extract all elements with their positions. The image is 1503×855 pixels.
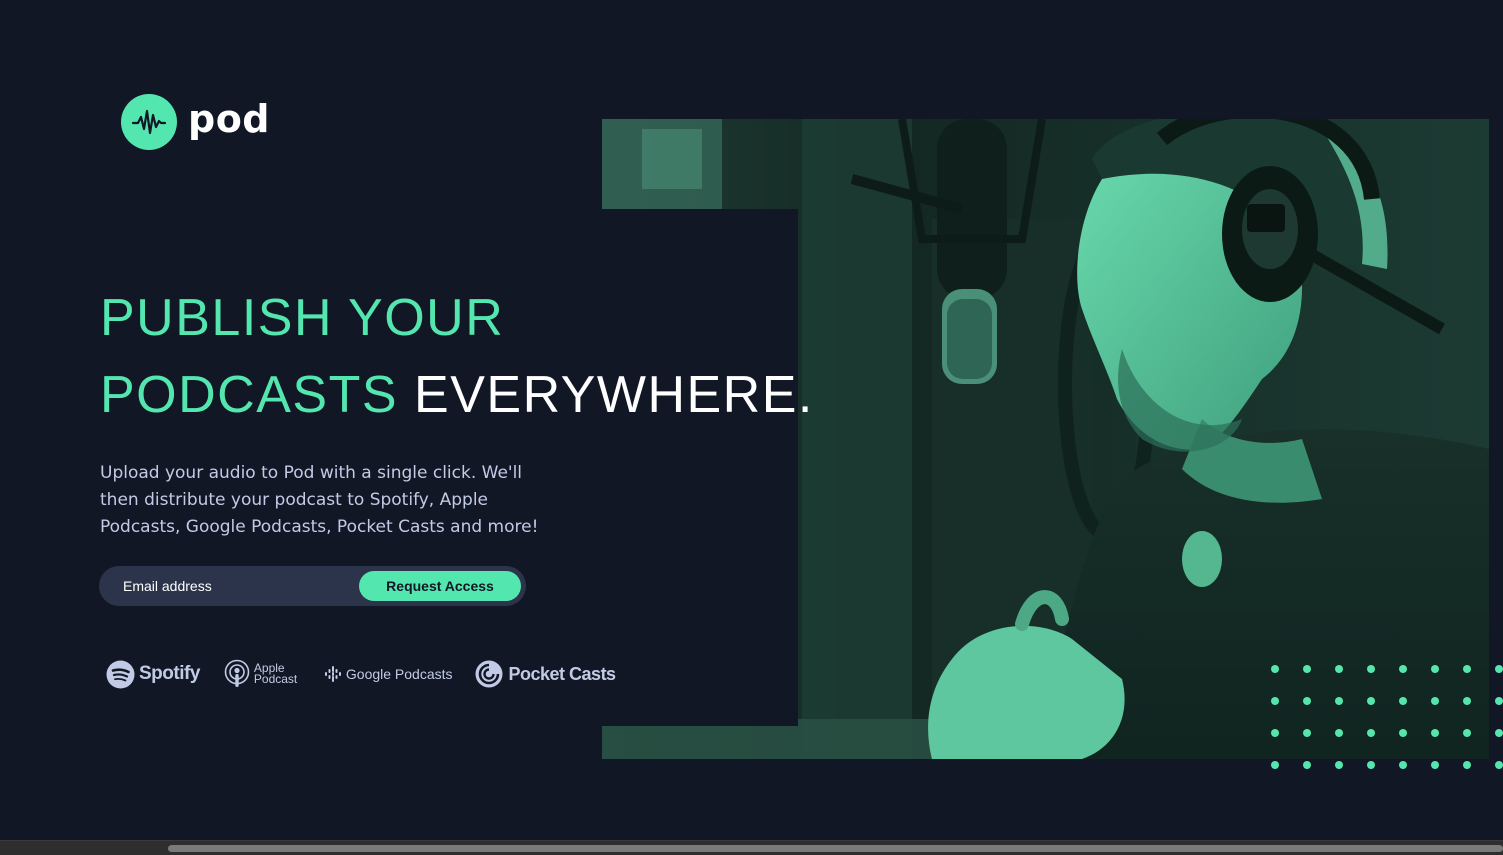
decor-dot	[1303, 697, 1311, 705]
headline-accent-word: PODCASTS	[100, 366, 399, 424]
decor-dot	[1495, 665, 1503, 673]
platform-google-podcasts: Google Podcasts	[324, 665, 453, 683]
platform-pocket-casts: Pocket Casts	[475, 660, 616, 688]
platform-apple-podcasts: Apple Podcast	[224, 659, 304, 689]
decor-dot	[1335, 697, 1343, 705]
description-line: then distribute your podcast to Spotify,…	[100, 490, 489, 510]
decor-dot	[1399, 697, 1407, 705]
email-field[interactable]	[99, 566, 349, 606]
decor-dot	[1431, 665, 1439, 673]
decor-dot	[1335, 761, 1343, 769]
hero-description: Upload your audio to Pod with a single c…	[100, 460, 550, 541]
decor-dot	[1367, 729, 1375, 737]
decor-dot	[1463, 665, 1471, 673]
decor-dot	[1463, 761, 1471, 769]
headline-white-word: EVERYWHERE.	[414, 366, 814, 424]
apple-label-line2: Podcast	[253, 672, 298, 686]
google-podcasts-label: Google Podcasts	[345, 666, 453, 682]
decor-dot	[1399, 729, 1407, 737]
decor-dot	[1431, 697, 1439, 705]
decor-dot	[1303, 729, 1311, 737]
decor-dot	[1463, 729, 1471, 737]
request-access-form: Request Access	[99, 566, 526, 606]
decor-dot	[1495, 761, 1503, 769]
landing-page: pod PUBLISH YOUR PODCASTS EVERYWHERE. Up…	[0, 0, 1503, 855]
dot-grid-decoration	[1271, 665, 1503, 769]
decor-dot	[1271, 665, 1279, 673]
brand-logo[interactable]: pod	[121, 94, 270, 150]
pocket-casts-icon	[475, 660, 503, 688]
scrollbar-thumb[interactable]	[168, 845, 1503, 852]
description-line: Upload your audio to Pod with a single c…	[100, 463, 523, 483]
request-access-button[interactable]: Request Access	[359, 571, 521, 601]
decor-dot	[1303, 761, 1311, 769]
waveform-icon	[121, 94, 177, 150]
decor-dot	[1431, 761, 1439, 769]
decor-dot	[1431, 729, 1439, 737]
brand-name: pod	[188, 97, 271, 141]
decor-dot	[1367, 697, 1375, 705]
page-title: PUBLISH YOUR PODCASTS EVERYWHERE.	[100, 280, 814, 434]
platform-logos: Spotify Apple Podcast Google Podcasts Po…	[106, 655, 616, 693]
spotify-label: Spotify	[139, 663, 200, 684]
decor-dot	[1495, 697, 1503, 705]
decor-dot	[1335, 665, 1343, 673]
pocket-casts-label: Pocket Casts	[508, 663, 617, 684]
decor-dot	[1399, 761, 1407, 769]
decor-dot	[1335, 729, 1343, 737]
description-line: Podcasts, Google Podcasts, Pocket Casts …	[100, 517, 539, 537]
decor-dot	[1463, 697, 1471, 705]
decor-dot	[1271, 697, 1279, 705]
horizontal-scrollbar[interactable]	[0, 840, 1503, 855]
decor-dot	[1303, 665, 1311, 673]
decor-dot	[1399, 665, 1407, 673]
decor-dot	[1367, 665, 1375, 673]
headline-line1: PUBLISH YOUR	[100, 289, 505, 347]
spotify-icon	[106, 660, 135, 688]
google-podcasts-icon	[324, 666, 341, 682]
apple-podcasts-icon	[224, 659, 250, 687]
decor-dot	[1271, 729, 1279, 737]
decor-dot	[1271, 761, 1279, 769]
decor-dot	[1367, 761, 1375, 769]
decor-dot	[1495, 729, 1503, 737]
apple-podcasts-label: Apple Podcast	[253, 662, 304, 686]
platform-spotify: Spotify	[106, 660, 200, 689]
